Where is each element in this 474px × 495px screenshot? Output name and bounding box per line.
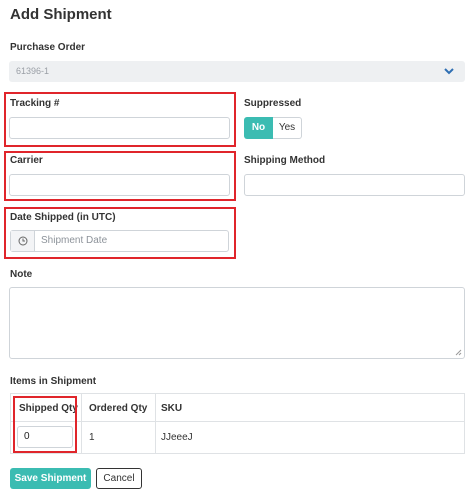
items-label: Items in Shipment xyxy=(10,376,97,387)
date-shipped-input[interactable]: Shipment Date xyxy=(10,230,229,252)
note-textarea[interactable] xyxy=(9,287,465,359)
resize-grip-icon[interactable] xyxy=(455,349,462,356)
page-title: Add Shipment xyxy=(10,6,112,23)
cancel-button[interactable]: Cancel xyxy=(96,468,142,489)
column-header-ordered-qty: Ordered Qty xyxy=(89,403,148,414)
purchase-order-value: 61396-1 xyxy=(16,66,50,76)
chevron-down-icon xyxy=(444,68,454,75)
shipping-method-label: Shipping Method xyxy=(244,155,326,166)
carrier-label: Carrier xyxy=(10,155,43,166)
column-header-sku: SKU xyxy=(161,403,183,414)
column-divider xyxy=(81,394,82,453)
tracking-input[interactable] xyxy=(9,117,230,139)
note-label: Note xyxy=(10,269,33,280)
suppressed-yes-button[interactable]: Yes xyxy=(273,117,302,139)
date-shipped-label: Date Shipped (in UTC) xyxy=(10,212,116,223)
save-shipment-button[interactable]: Save Shipment xyxy=(10,468,91,489)
items-table: Shipped Qty Ordered Qty SKU 0 1 JJeeeJ xyxy=(10,393,465,454)
sku-cell: JJeeeJ xyxy=(161,432,193,443)
ordered-qty-cell: 1 xyxy=(89,432,95,443)
date-placeholder: Shipment Date xyxy=(41,235,108,246)
column-divider xyxy=(155,394,156,453)
tracking-label: Tracking # xyxy=(10,98,60,109)
purchase-order-select[interactable]: 61396-1 xyxy=(9,61,465,82)
row-divider xyxy=(11,421,464,422)
suppressed-toggle: No Yes xyxy=(244,117,302,139)
carrier-input[interactable] xyxy=(9,174,230,196)
purchase-order-label: Purchase Order xyxy=(10,42,86,53)
date-addon[interactable] xyxy=(11,231,35,251)
shipped-qty-highlight-box xyxy=(13,396,77,453)
shipping-method-input[interactable] xyxy=(244,174,465,196)
suppressed-label: Suppressed xyxy=(244,98,302,109)
suppressed-no-button[interactable]: No xyxy=(244,117,273,139)
clock-icon xyxy=(18,236,27,246)
